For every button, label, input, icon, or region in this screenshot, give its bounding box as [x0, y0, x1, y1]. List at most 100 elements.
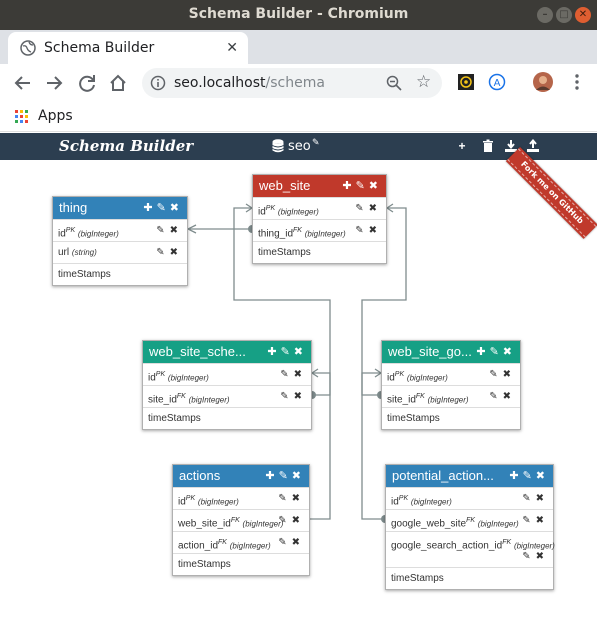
- add-column-icon[interactable]: ✚: [265, 470, 278, 482]
- apps-bookmark[interactable]: Apps: [38, 108, 73, 124]
- back-icon[interactable]: [12, 72, 34, 94]
- table-name[interactable]: web_site: [259, 175, 310, 197]
- table-row[interactable]: idPK (bigInteger) ✎✖: [253, 197, 386, 219]
- edit-icon[interactable]: ✎: [522, 551, 535, 562]
- delete-icon[interactable]: ✖: [369, 225, 382, 236]
- edit-icon[interactable]: ✎: [489, 391, 502, 402]
- add-column-icon[interactable]: ✚: [267, 346, 280, 358]
- table-name[interactable]: web_site_sche...: [149, 341, 246, 363]
- edit-icon[interactable]: ✎: [280, 369, 293, 380]
- home-icon[interactable]: [107, 72, 129, 94]
- window-close-icon[interactable]: ✕: [575, 7, 591, 23]
- database-name[interactable]: seo: [288, 139, 311, 154]
- app-brand[interactable]: Schema Builder: [59, 137, 193, 155]
- delete-icon[interactable]: ✖: [536, 493, 549, 504]
- edit-icon[interactable]: ✎: [490, 346, 503, 358]
- edit-icon[interactable]: ✎: [156, 225, 169, 236]
- delete-icon[interactable]: ✖: [170, 247, 183, 258]
- edit-icon[interactable]: ✎: [278, 515, 291, 526]
- forward-icon[interactable]: [43, 72, 65, 94]
- edit-icon[interactable]: ✎: [278, 537, 291, 548]
- table-header[interactable]: actions ✚✎✖: [173, 465, 309, 487]
- delete-icon[interactable]: ✖: [536, 515, 549, 526]
- table-header[interactable]: potential_action... ✚✎✖: [386, 465, 553, 487]
- table-row[interactable]: action_idFK (bigInteger) ✎✖: [173, 531, 309, 553]
- delete-icon[interactable]: ✖: [294, 369, 307, 380]
- tab-close-icon[interactable]: ✕: [226, 39, 238, 56]
- fork-me-ribbon[interactable]: Fork me on GitHub: [505, 147, 597, 239]
- delete-icon[interactable]: ✖: [292, 515, 305, 526]
- profile-avatar[interactable]: [533, 72, 553, 92]
- add-column-icon[interactable]: ✚: [143, 202, 156, 214]
- table-web-site-schema[interactable]: web_site_sche... ✚✎✖ idPK (bigInteger) ✎✖…: [142, 340, 312, 430]
- minimize-icon[interactable]: –: [537, 7, 553, 23]
- delete-icon[interactable]: ✖: [369, 180, 382, 192]
- table-name[interactable]: thing: [59, 197, 87, 219]
- zoom-out-icon[interactable]: [386, 75, 402, 91]
- add-table-icon[interactable]: +: [455, 139, 469, 153]
- extension-icon[interactable]: [457, 73, 475, 91]
- bookmark-star-icon[interactable]: ☆: [416, 72, 431, 92]
- add-column-icon[interactable]: ✚: [342, 180, 355, 192]
- menu-kebab-icon[interactable]: [568, 73, 586, 91]
- edit-icon[interactable]: ✎: [157, 202, 170, 214]
- table-header[interactable]: web_site_sche... ✚✎✖: [143, 341, 311, 363]
- edit-icon[interactable]: ✎: [355, 203, 368, 214]
- delete-icon[interactable]: ✖: [503, 369, 516, 380]
- edit-icon[interactable]: ✎: [281, 346, 294, 358]
- table-row[interactable]: site_idFK (bigInteger) ✎✖: [143, 385, 311, 407]
- delete-icon[interactable]: ✖: [170, 225, 183, 236]
- maximize-icon[interactable]: □: [556, 7, 572, 23]
- table-header[interactable]: thing ✚✎✖: [53, 197, 187, 219]
- delete-icon[interactable]: ✖: [292, 493, 305, 504]
- delete-icon[interactable]: ✖: [292, 537, 305, 548]
- table-name[interactable]: web_site_go...: [388, 341, 472, 363]
- table-name[interactable]: potential_action...: [392, 465, 494, 487]
- table-row[interactable]: idPK (bigInteger) ✎✖: [143, 363, 311, 385]
- edit-icon[interactable]: ✎: [280, 391, 293, 402]
- delete-icon[interactable]: ✖: [369, 203, 382, 214]
- table-row[interactable]: google_search_action_idFK (bigInteger) ✎✖: [386, 531, 555, 567]
- table-header[interactable]: web_site_go... ✚✎✖: [382, 341, 520, 363]
- accessibility-extension-icon[interactable]: A: [488, 73, 506, 91]
- edit-icon[interactable]: ✎: [156, 247, 169, 258]
- table-row[interactable]: idPK (bigInteger) ✎✖: [386, 487, 553, 509]
- table-row[interactable]: idPK (bigInteger) ✎✖: [173, 487, 309, 509]
- address-bar[interactable]: seo.localhost/schema ☆: [142, 68, 442, 98]
- edit-icon[interactable]: ✎: [489, 369, 502, 380]
- table-row[interactable]: idPK (bigInteger) ✎✖: [53, 219, 187, 241]
- delete-icon[interactable]: ✖: [503, 346, 516, 358]
- delete-icon[interactable]: ✖: [294, 346, 307, 358]
- edit-icon[interactable]: ✎: [523, 470, 536, 482]
- table-row[interactable]: web_site_idFK (bigInteger) ✎✖: [173, 509, 309, 531]
- table-web-site[interactable]: web_site ✚✎✖ idPK (bigInteger) ✎✖ thing_i…: [252, 174, 387, 264]
- delete-icon[interactable]: ✖: [536, 551, 549, 562]
- add-column-icon[interactable]: ✚: [476, 346, 489, 358]
- edit-icon[interactable]: ✎: [278, 493, 291, 504]
- info-icon[interactable]: [150, 75, 166, 91]
- table-name[interactable]: actions: [179, 465, 220, 487]
- upload-icon[interactable]: [526, 139, 540, 153]
- table-web-site-google[interactable]: web_site_go... ✚✎✖ idPK (bigInteger) ✎✖ s…: [381, 340, 521, 430]
- edit-database-icon[interactable]: ✎: [312, 137, 320, 148]
- delete-icon[interactable]: ✖: [170, 202, 183, 214]
- table-row[interactable]: site_idFK (bigInteger) ✎✖: [382, 385, 520, 407]
- table-row[interactable]: url (string) ✎✖: [53, 241, 187, 263]
- delete-icon[interactable]: ✖: [294, 391, 307, 402]
- table-actions[interactable]: actions ✚✎✖ idPK (bigInteger) ✎✖ web_site…: [172, 464, 310, 576]
- add-column-icon[interactable]: ✚: [509, 470, 522, 482]
- reload-icon[interactable]: [76, 72, 98, 94]
- table-row[interactable]: google_web_siteFK (bigInteger) ✎✖: [386, 509, 553, 531]
- edit-icon[interactable]: ✎: [279, 470, 292, 482]
- edit-icon[interactable]: ✎: [522, 493, 535, 504]
- delete-icon[interactable]: ✖: [503, 391, 516, 402]
- delete-icon[interactable]: ✖: [292, 470, 305, 482]
- table-header[interactable]: web_site ✚✎✖: [253, 175, 386, 197]
- edit-icon[interactable]: ✎: [356, 180, 369, 192]
- tab-schema-builder[interactable]: Schema Builder ✕: [8, 32, 248, 64]
- delete-icon[interactable]: ✖: [536, 470, 549, 482]
- trash-icon[interactable]: [481, 139, 495, 153]
- edit-icon[interactable]: ✎: [355, 225, 368, 236]
- table-thing[interactable]: thing ✚✎✖ idPK (bigInteger) ✎✖ url (strin…: [52, 196, 188, 286]
- table-row[interactable]: idPK (bigInteger) ✎✖: [382, 363, 520, 385]
